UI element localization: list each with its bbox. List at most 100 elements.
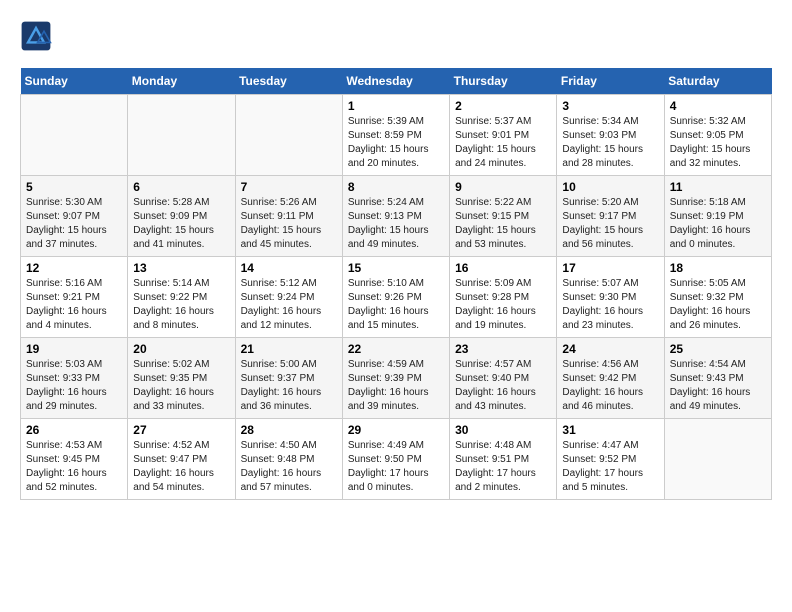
day-cell: 19Sunrise: 5:03 AM Sunset: 9:33 PM Dayli… (21, 338, 128, 419)
calendar-table: SundayMondayTuesdayWednesdayThursdayFrid… (20, 68, 772, 500)
day-cell: 5 Sunrise: 5:30 AM Sunset: 9:07 PM Daylig… (21, 176, 128, 257)
day-cell: 22 Sunrise: 4:59 AM Sunset: 9:39 PM Dayli… (342, 338, 449, 419)
day-info: Sunrise: 4:57 AM Sunset: 9:40 PM Dayligh… (455, 358, 551, 414)
day-cell: 3Sunrise: 5:34 AM Sunset: 9:03 PM Daylig… (557, 95, 664, 176)
day-cell: 8 Sunrise: 5:24 AM Sunset: 9:13 PM Daylig… (342, 176, 449, 257)
day-info: Sunrise: 5:18 AM Sunset: 9:19 PM Dayligh… (670, 196, 766, 252)
week-row-4: 19Sunrise: 5:03 AM Sunset: 9:33 PM Dayli… (21, 338, 772, 419)
day-number: 22 (348, 342, 444, 356)
day-info: Sunrise: 5:34 AM Sunset: 9:03 PM Dayligh… (562, 115, 658, 171)
day-number: 12 (26, 261, 122, 275)
day-info: Sunrise: 5:20 AM Sunset: 9:17 PM Dayligh… (562, 196, 658, 252)
day-info: Sunrise: 5:10 AM Sunset: 9:26 PM Dayligh… (348, 277, 444, 333)
day-info: Sunrise: 5:24 AM Sunset: 9:13 PM Dayligh… (348, 196, 444, 252)
day-number: 16 (455, 261, 551, 275)
day-cell: 9 Sunrise: 5:22 AM Sunset: 9:15 PM Daylig… (450, 176, 557, 257)
week-row-3: 12 Sunrise: 5:16 AM Sunset: 9:21 PM Dayli… (21, 257, 772, 338)
day-info: Sunrise: 5:16 AM Sunset: 9:21 PM Dayligh… (26, 277, 122, 333)
day-number: 7 (241, 180, 337, 194)
day-number: 8 (348, 180, 444, 194)
day-cell: 10 Sunrise: 5:20 AM Sunset: 9:17 PM Dayli… (557, 176, 664, 257)
header-sunday: Sunday (21, 68, 128, 95)
day-cell (664, 419, 771, 500)
day-number: 2 (455, 99, 551, 113)
header-friday: Friday (557, 68, 664, 95)
day-info: Sunrise: 5:14 AM Sunset: 9:22 PM Dayligh… (133, 277, 229, 333)
day-number: 23 (455, 342, 551, 356)
header-thursday: Thursday (450, 68, 557, 95)
day-number: 27 (133, 423, 229, 437)
day-cell: 7 Sunrise: 5:26 AM Sunset: 9:11 PM Daylig… (235, 176, 342, 257)
day-cell: 21 Sunrise: 5:00 AM Sunset: 9:37 PM Dayli… (235, 338, 342, 419)
day-info: Sunrise: 4:48 AM Sunset: 9:51 PM Dayligh… (455, 439, 551, 495)
day-cell: 18 Sunrise: 5:05 AM Sunset: 9:32 PM Dayli… (664, 257, 771, 338)
day-info: Sunrise: 4:52 AM Sunset: 9:47 PM Dayligh… (133, 439, 229, 495)
day-number: 31 (562, 423, 658, 437)
day-cell: 28 Sunrise: 4:50 AM Sunset: 9:48 PM Dayli… (235, 419, 342, 500)
day-info: Sunrise: 5:28 AM Sunset: 9:09 PM Dayligh… (133, 196, 229, 252)
calendar-header-row: SundayMondayTuesdayWednesdayThursdayFrid… (21, 68, 772, 95)
logo (20, 20, 56, 52)
day-number: 6 (133, 180, 229, 194)
day-cell: 17Sunrise: 5:07 AM Sunset: 9:30 PM Dayli… (557, 257, 664, 338)
day-number: 1 (348, 99, 444, 113)
day-cell: 26 Sunrise: 4:53 AM Sunset: 9:45 PM Dayli… (21, 419, 128, 500)
day-number: 4 (670, 99, 766, 113)
day-info: Sunrise: 5:12 AM Sunset: 9:24 PM Dayligh… (241, 277, 337, 333)
day-number: 18 (670, 261, 766, 275)
day-number: 30 (455, 423, 551, 437)
day-number: 11 (670, 180, 766, 194)
day-info: Sunrise: 4:49 AM Sunset: 9:50 PM Dayligh… (348, 439, 444, 495)
day-cell: 16Sunrise: 5:09 AM Sunset: 9:28 PM Dayli… (450, 257, 557, 338)
day-info: Sunrise: 5:22 AM Sunset: 9:15 PM Dayligh… (455, 196, 551, 252)
day-number: 10 (562, 180, 658, 194)
day-cell: 27 Sunrise: 4:52 AM Sunset: 9:47 PM Dayli… (128, 419, 235, 500)
day-info: Sunrise: 5:00 AM Sunset: 9:37 PM Dayligh… (241, 358, 337, 414)
day-cell (21, 95, 128, 176)
day-cell: 11 Sunrise: 5:18 AM Sunset: 9:19 PM Dayli… (664, 176, 771, 257)
day-number: 26 (26, 423, 122, 437)
day-number: 15 (348, 261, 444, 275)
day-number: 28 (241, 423, 337, 437)
day-info: Sunrise: 5:07 AM Sunset: 9:30 PM Dayligh… (562, 277, 658, 333)
day-cell: 24 Sunrise: 4:56 AM Sunset: 9:42 PM Dayli… (557, 338, 664, 419)
day-info: Sunrise: 4:50 AM Sunset: 9:48 PM Dayligh… (241, 439, 337, 495)
day-cell: 23 Sunrise: 4:57 AM Sunset: 9:40 PM Dayli… (450, 338, 557, 419)
header-monday: Monday (128, 68, 235, 95)
day-info: Sunrise: 5:03 AM Sunset: 9:33 PM Dayligh… (26, 358, 122, 414)
day-info: Sunrise: 5:30 AM Sunset: 9:07 PM Dayligh… (26, 196, 122, 252)
day-info: Sunrise: 5:05 AM Sunset: 9:32 PM Dayligh… (670, 277, 766, 333)
day-info: Sunrise: 5:37 AM Sunset: 9:01 PM Dayligh… (455, 115, 551, 171)
day-cell: 2 Sunrise: 5:37 AM Sunset: 9:01 PM Daylig… (450, 95, 557, 176)
day-cell (128, 95, 235, 176)
day-cell: 15 Sunrise: 5:10 AM Sunset: 9:26 PM Dayli… (342, 257, 449, 338)
day-info: Sunrise: 5:02 AM Sunset: 9:35 PM Dayligh… (133, 358, 229, 414)
day-number: 9 (455, 180, 551, 194)
day-info: Sunrise: 5:26 AM Sunset: 9:11 PM Dayligh… (241, 196, 337, 252)
day-number: 14 (241, 261, 337, 275)
day-info: Sunrise: 4:59 AM Sunset: 9:39 PM Dayligh… (348, 358, 444, 414)
header-saturday: Saturday (664, 68, 771, 95)
day-info: Sunrise: 4:53 AM Sunset: 9:45 PM Dayligh… (26, 439, 122, 495)
day-info: Sunrise: 5:39 AM Sunset: 8:59 PM Dayligh… (348, 115, 444, 171)
day-cell: 1 Sunrise: 5:39 AM Sunset: 8:59 PM Daylig… (342, 95, 449, 176)
day-cell: 25Sunrise: 4:54 AM Sunset: 9:43 PM Dayli… (664, 338, 771, 419)
day-number: 5 (26, 180, 122, 194)
page-header (20, 20, 772, 52)
day-info: Sunrise: 4:56 AM Sunset: 9:42 PM Dayligh… (562, 358, 658, 414)
day-info: Sunrise: 5:32 AM Sunset: 9:05 PM Dayligh… (670, 115, 766, 171)
week-row-2: 5 Sunrise: 5:30 AM Sunset: 9:07 PM Daylig… (21, 176, 772, 257)
day-number: 21 (241, 342, 337, 356)
logo-icon (20, 20, 52, 52)
day-info: Sunrise: 4:47 AM Sunset: 9:52 PM Dayligh… (562, 439, 658, 495)
day-number: 20 (133, 342, 229, 356)
day-cell: 13Sunrise: 5:14 AM Sunset: 9:22 PM Dayli… (128, 257, 235, 338)
day-cell: 31 Sunrise: 4:47 AM Sunset: 9:52 PM Dayli… (557, 419, 664, 500)
week-row-5: 26 Sunrise: 4:53 AM Sunset: 9:45 PM Dayli… (21, 419, 772, 500)
header-wednesday: Wednesday (342, 68, 449, 95)
day-number: 24 (562, 342, 658, 356)
day-cell (235, 95, 342, 176)
header-tuesday: Tuesday (235, 68, 342, 95)
day-cell: 14 Sunrise: 5:12 AM Sunset: 9:24 PM Dayli… (235, 257, 342, 338)
day-cell: 20 Sunrise: 5:02 AM Sunset: 9:35 PM Dayli… (128, 338, 235, 419)
